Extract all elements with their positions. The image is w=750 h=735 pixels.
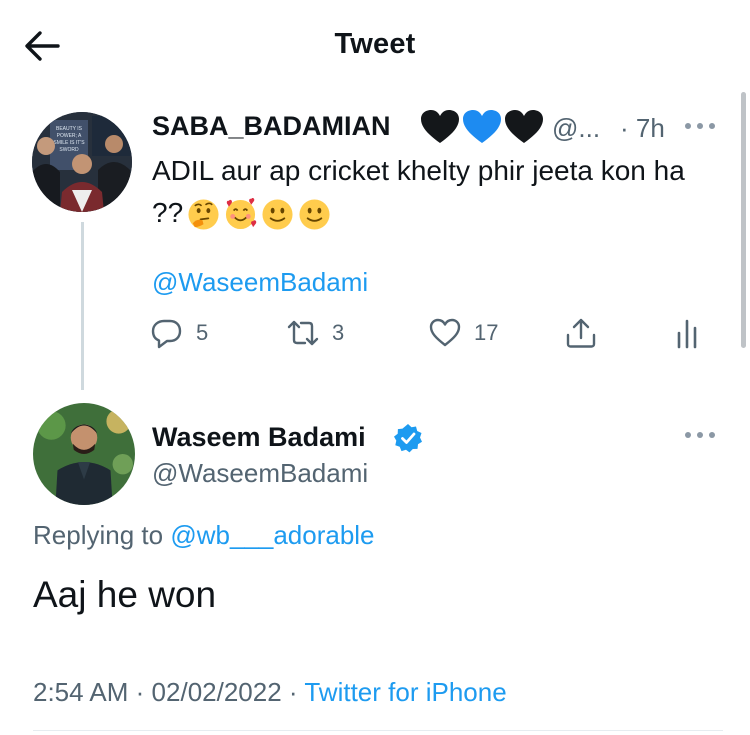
avatar-sign-line: SMILE IS IT'S [53,140,85,146]
reply-icon [151,319,182,349]
tweet-source-link[interactable]: Twitter for iPhone [304,677,506,707]
reply-button[interactable]: 5 [150,316,208,350]
parent-avatar[interactable]: BEAUTY IS POWER; A SMILE IS IT'S SWORD [32,112,132,212]
thinking-face-icon [188,199,219,230]
heart-icon [429,318,461,347]
main-display-name[interactable]: Waseem Badami [152,422,366,453]
reply-count: 5 [196,320,209,345]
black-heart-icon [505,110,543,143]
share-icon [566,318,596,348]
replying-to-line: Replying to @wb___adorable [33,520,375,551]
meta-separator: · [135,677,145,707]
main-tweet-text: Aaj he won [33,574,217,615]
blue-heart-icon [463,110,501,143]
main-more-options-icon[interactable] [685,429,715,441]
meta-separator: · [288,677,298,707]
main-handle[interactable]: @WaseemBadami [152,458,368,489]
slightly-smiling-face-icon [262,199,293,230]
parent-timestamp[interactable]: · 7h [620,113,665,144]
top-bar: Tweet [0,0,750,90]
like-count: 17 [474,320,499,345]
group-photo-image: BEAUTY IS POWER; A SMILE IS IT'S SWORD [32,112,132,212]
scrollbar[interactable] [741,92,746,348]
replying-prefix: Replying to [33,520,164,550]
retweet-icon [287,320,319,346]
replying-to-link[interactable]: @wb___adorable [170,520,374,550]
parent-action-bar: 5 3 17 [150,316,710,352]
main-avatar[interactable] [33,403,135,505]
parent-more-options-icon[interactable] [685,120,715,132]
tweet-date[interactable]: 02/02/2022 [152,677,282,707]
parent-display-name[interactable]: SABA_BADAMIAN [152,111,391,142]
avatar-sign-line: BEAUTY IS [56,126,83,132]
avatar-sign-line: POWER; A [57,133,82,139]
retweet-count: 3 [332,320,345,345]
tweet-metadata: 2:54 AM · 02/02/2022 · Twitter for iPhon… [33,677,507,708]
thread-connector-line [81,222,84,390]
share-button[interactable] [564,316,598,350]
analytics-icon [677,319,697,349]
divider [33,730,723,731]
page-title: Tweet [334,28,416,60]
parent-tweet-text: ADIL aur ap cricket khelty phir jeeta ko… [152,150,722,234]
retweet-button[interactable]: 3 [286,316,344,350]
slightly-smiling-face-icon [299,199,330,230]
analytics-button[interactable] [670,316,704,350]
parent-handle[interactable]: @... [552,113,600,144]
mention-link[interactable]: @WaseemBadami [152,267,368,298]
tweet-time[interactable]: 2:54 AM [33,677,128,707]
black-heart-icon [421,110,459,143]
verified-badge-icon [394,424,422,453]
like-button[interactable]: 17 [428,316,498,350]
name-emoji-group [420,109,544,145]
parent-tweet-emojis [187,198,331,231]
avatar-sign-line: SWORD [59,147,79,153]
profile-photo-image [33,403,135,505]
smiling-face-with-hearts-icon [226,198,257,230]
